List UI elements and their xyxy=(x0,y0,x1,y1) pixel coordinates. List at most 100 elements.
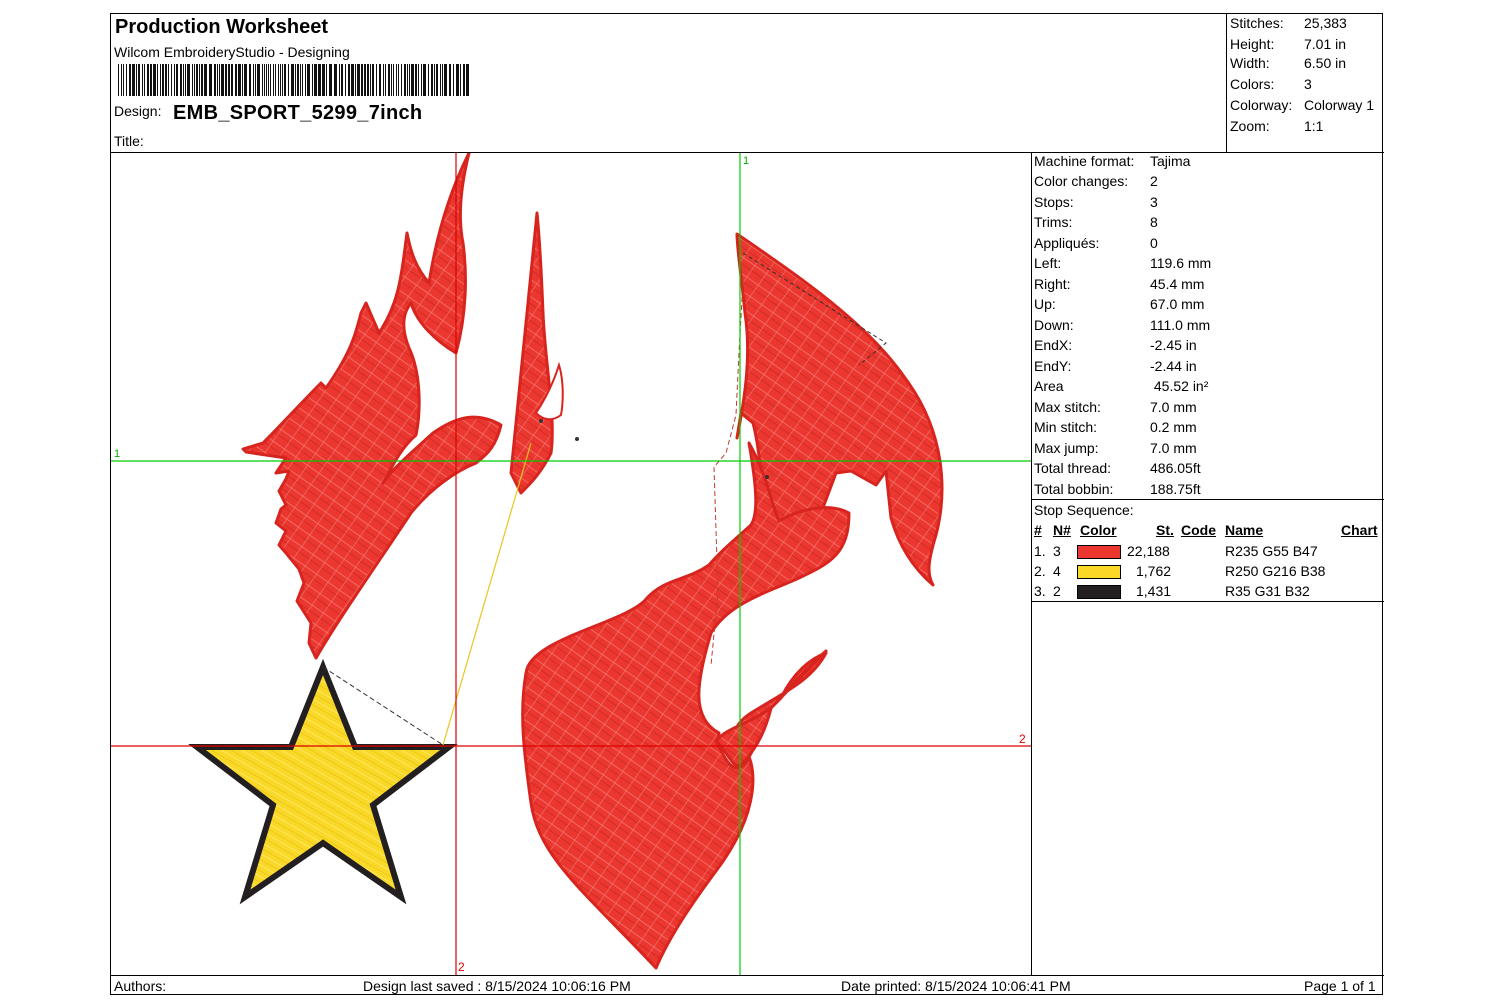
barcode-bar xyxy=(266,64,267,96)
barcode-bar xyxy=(273,64,274,96)
stop-row: 1. 3 22,188 R235 G55 B47 xyxy=(1034,543,1318,559)
info-machine-format: Machine format: Tajima xyxy=(1034,153,1191,169)
barcode-bar xyxy=(348,64,350,96)
barcode-bar xyxy=(442,64,443,96)
barcode-bar xyxy=(383,64,384,96)
color-swatch xyxy=(1077,545,1121,559)
barcode-bar xyxy=(144,64,145,96)
info-endx: EndX: -2.45 in xyxy=(1034,337,1197,353)
barcode-bar xyxy=(284,64,286,96)
guide-label-red-v: 2 xyxy=(458,960,465,974)
barcode-bar xyxy=(367,64,369,96)
barcode-bar xyxy=(270,64,271,96)
footer-page-number: Page 1 of 1 xyxy=(1304,978,1376,994)
barcode-bar xyxy=(257,64,260,96)
barcode-bar xyxy=(121,64,122,96)
barcode-bar xyxy=(288,64,289,96)
info-stops: Stops: 3 xyxy=(1034,194,1158,210)
flame-wolf-head xyxy=(241,153,554,660)
barcode-bar xyxy=(168,64,169,96)
barcode-bar xyxy=(153,64,156,96)
barcode-bar xyxy=(407,64,408,96)
barcode-bar xyxy=(339,64,340,96)
barcode-bar xyxy=(463,64,465,96)
design-label: Design: xyxy=(114,103,162,119)
info-min-stitch: Min stitch: 0.2 mm xyxy=(1034,419,1197,435)
barcode-bar xyxy=(388,64,390,96)
info-color-changes: Color changes: 2 xyxy=(1034,173,1158,189)
barcode-bar xyxy=(160,64,161,96)
barcode-bar xyxy=(157,64,158,96)
production-worksheet: Production Worksheet Wilcom EmbroiderySt… xyxy=(110,13,1384,995)
barcode-bar xyxy=(436,64,438,96)
needle-marker xyxy=(539,419,543,423)
barcode-bar xyxy=(231,64,233,96)
barcode-bar xyxy=(300,64,301,96)
barcode-bar xyxy=(132,64,135,96)
col-header-num: # xyxy=(1034,522,1042,538)
barcode-bar xyxy=(165,64,167,96)
worksheet-footer: Authors: Design last saved : 8/15/2024 1… xyxy=(111,975,1384,995)
barcode-bar xyxy=(364,64,366,96)
barcode-bar xyxy=(449,64,451,96)
barcode-bar xyxy=(460,64,461,96)
barcode-bar xyxy=(244,64,247,96)
barcode-bar xyxy=(351,64,354,96)
barcode-bar xyxy=(136,64,137,96)
barcode-bar xyxy=(307,64,310,96)
barcode-bar xyxy=(376,64,377,96)
barcode-bar xyxy=(176,64,178,96)
barcode-bar xyxy=(174,64,175,96)
barcode-bar xyxy=(183,64,184,96)
barcode-bar xyxy=(361,64,363,96)
barcode-bar xyxy=(235,64,237,96)
barcode-bar xyxy=(334,64,337,96)
needle-marker xyxy=(765,475,769,479)
title-label: Title: xyxy=(114,133,144,149)
barcode-bar xyxy=(255,64,256,96)
barcode-bar xyxy=(253,64,254,96)
info-left: Left: 119.6 mm xyxy=(1034,255,1212,271)
stop-row: 2. 4 1,762 R250 G216 B38 xyxy=(1034,563,1326,579)
info-total-bobbin: Total bobbin: 188.75ft xyxy=(1034,481,1201,497)
design-preview-svg: 1 1 2 2 xyxy=(111,153,1031,975)
barcode-bar xyxy=(409,64,410,96)
guide-label-green-v: 1 xyxy=(743,155,749,167)
barcode-bar xyxy=(171,64,172,96)
barcode-bar xyxy=(123,64,124,96)
col-header-code: Code xyxy=(1181,522,1216,538)
barcode-bar xyxy=(209,64,212,96)
barcode-bar xyxy=(428,64,429,96)
barcode-bar xyxy=(302,64,303,96)
barcode-bar xyxy=(194,64,195,96)
barcode-bar xyxy=(196,64,198,96)
col-header-chart: Chart xyxy=(1341,522,1378,538)
barcode-bar xyxy=(262,64,263,96)
info-max-jump: Max jump: 7.0 mm xyxy=(1034,440,1197,456)
barcode-bar xyxy=(312,64,313,96)
info-up: Up: 67.0 mm xyxy=(1034,296,1205,312)
barcode-bar xyxy=(453,64,454,96)
barcode-bar xyxy=(444,64,447,96)
design-name: EMB_SPORT_5299_7inch xyxy=(173,102,423,124)
stats-panel: Stitches: 25,383 Height: 7.01 in Width: 6.5… xyxy=(1227,14,1384,153)
barcode-bar xyxy=(404,64,406,96)
barcode-bar xyxy=(192,64,193,96)
barcode-bar xyxy=(295,64,296,96)
flame-white-gap xyxy=(591,453,741,545)
stop-sequence-title: Stop Sequence: xyxy=(1034,502,1134,518)
footer-date-printed: Date printed: 8/15/2024 10:06:41 PM xyxy=(841,978,1071,994)
barcode-bar xyxy=(357,64,360,96)
info-down: Down: 111.0 mm xyxy=(1034,317,1211,333)
barcode-bar xyxy=(282,64,283,96)
worksheet-header: Production Worksheet Wilcom EmbroiderySt… xyxy=(111,14,1227,153)
barcode-bar xyxy=(401,64,402,96)
barcode-bar xyxy=(199,64,200,96)
barcode-bar xyxy=(393,64,394,96)
info-endy: EndY: -2.44 in xyxy=(1034,358,1197,374)
barcode-bar xyxy=(314,64,317,96)
col-header-needle: N# xyxy=(1053,522,1071,538)
barcode-bar xyxy=(341,64,343,96)
flame-body xyxy=(521,441,851,970)
barcode-bar xyxy=(150,64,152,96)
